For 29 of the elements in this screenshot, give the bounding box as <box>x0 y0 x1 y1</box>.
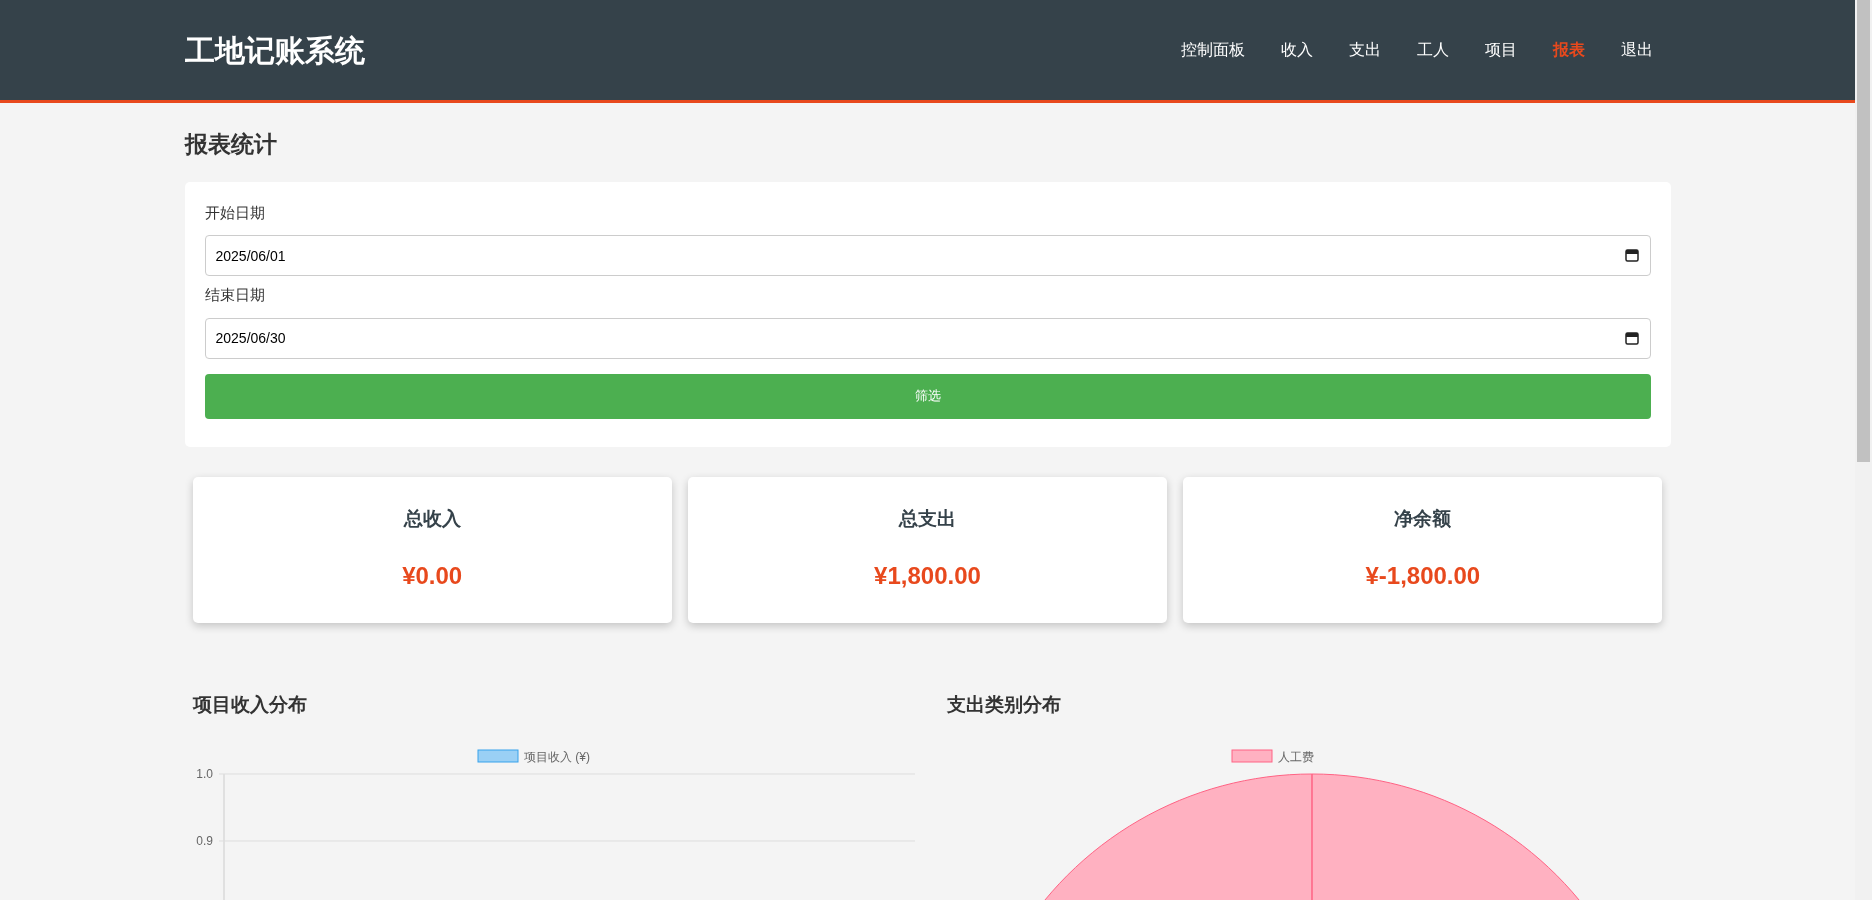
chart-title: 项目收入分布 <box>192 692 308 717</box>
legend-swatch[interactable] <box>1231 749 1272 763</box>
tick-label: 1.0 <box>195 767 213 781</box>
summary-title: 总支出 <box>899 507 956 532</box>
summary-title: 净余额 <box>1394 507 1452 532</box>
nav-link[interactable]: 控制面板 <box>1162 38 1263 62</box>
chart-title: 支出类别分布 <box>946 692 1062 717</box>
field-label: 结束日期 <box>204 285 265 305</box>
summary-value: ¥0.00 <box>402 560 463 591</box>
tick-label: 0.9 <box>195 834 213 848</box>
nav-link[interactable]: 收入 <box>1262 38 1331 62</box>
summary-value: ¥1,800.00 <box>874 560 981 591</box>
calendar-icon[interactable] <box>1624 248 1639 262</box>
nav-link[interactable]: 工人 <box>1398 38 1467 62</box>
legend-label: 人工费 <box>1277 750 1314 764</box>
calendar-icon[interactable] <box>1624 330 1639 345</box>
summary-value: ¥-1,800.00 <box>1365 560 1481 591</box>
nav-link[interactable]: 退出 <box>1602 38 1671 62</box>
legend-label: 项目收入 (¥) <box>523 750 590 764</box>
page-title: 报表统计 <box>184 130 278 159</box>
nav-link[interactable]: 项目 <box>1466 38 1535 62</box>
date-field[interactable]: 2025/06/30 <box>204 317 1651 359</box>
site-title: 工地记账系统 <box>184 32 365 69</box>
field-label: 开始日期 <box>204 202 265 223</box>
nav-link[interactable]: 支出 <box>1330 38 1399 62</box>
date-field[interactable]: 2025/06/01 <box>204 235 1651 276</box>
legend-swatch[interactable] <box>477 749 518 763</box>
scrollbar-thumb[interactable] <box>1857 0 1870 462</box>
summary-title: 总收入 <box>403 507 461 532</box>
